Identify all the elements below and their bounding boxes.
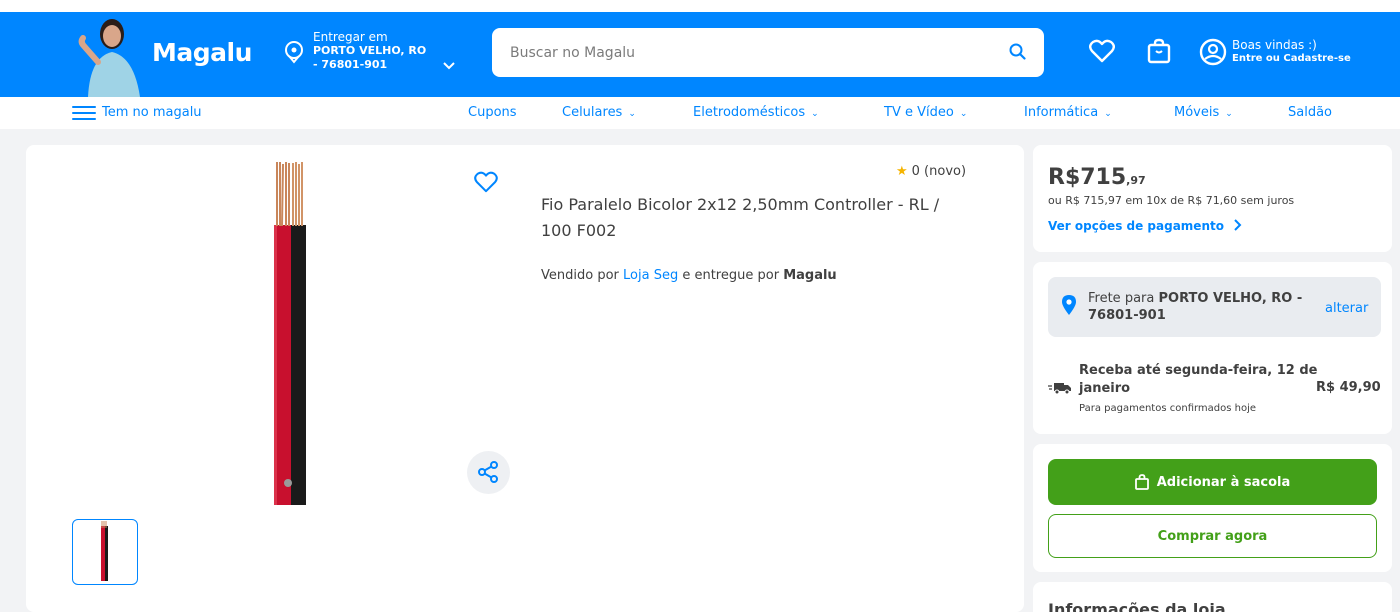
location-pin-icon[interactable] <box>284 40 304 64</box>
delivery-truck-icon <box>1048 383 1071 395</box>
magalu-logo[interactable]: Magalu <box>152 38 252 67</box>
freight-prefix: Frete para <box>1088 291 1155 306</box>
delivery-city: PORTO VELHO, RO <box>313 44 427 57</box>
delivered-by: Magalu <box>783 268 837 283</box>
nav-item-label: Celulares <box>562 105 623 120</box>
add-to-bag-label: Adicionar à sacola <box>1156 474 1291 490</box>
share-icon <box>478 461 498 483</box>
menu-all-categories[interactable]: Tem no magalu <box>102 105 202 120</box>
nav-item-label: Cupons <box>468 105 517 120</box>
delivery-label: Entregar em <box>313 30 388 44</box>
rating-summary[interactable]: ★ 0 (novo) <box>896 164 966 179</box>
payment-confirmed-note: Para pagamentos confirmados hoje <box>1079 403 1257 414</box>
nav-item-label: Eletrodomésticos <box>693 105 806 120</box>
search-input[interactable] <box>510 28 990 77</box>
favorite-heart-icon[interactable] <box>474 171 498 193</box>
nav-item-moveis[interactable]: Móveis ⌄ <box>1174 105 1233 120</box>
nav-item-tv-video[interactable]: TV e Vídeo ⌄ <box>884 105 967 120</box>
store-info-title: Informações da loja <box>1048 600 1226 612</box>
nav-item-informatica[interactable]: Informática ⌄ <box>1024 105 1112 120</box>
heart-icon[interactable] <box>1089 39 1115 63</box>
price-whole: R$715 <box>1048 165 1127 190</box>
chevron-down-icon: ⌄ <box>959 109 968 119</box>
user-account-link[interactable]: Boas vindas :) Entre ou Cadastre-se <box>1232 39 1351 65</box>
nav-item-label: TV e Vídeo <box>884 105 954 120</box>
category-nav: Tem no magalu Cupons Celulares ⌄ Eletrodo… <box>0 97 1400 129</box>
top-header: Magalu Entregar em PORTO VELHO, RO - 768… <box>0 0 1400 97</box>
share-button[interactable] <box>467 451 510 494</box>
thumbnail-image <box>101 521 108 581</box>
delivery-location[interactable]: Entregar em PORTO VELHO, RO - 76801-901 <box>313 30 426 72</box>
payment-options-label: Ver opções de pagamento <box>1048 219 1224 233</box>
search-bar <box>492 28 1044 77</box>
freight-destination: Frete para PORTO VELHO, RO - 76801-901 a… <box>1048 277 1381 337</box>
chevron-down-icon: ⌄ <box>1104 109 1112 119</box>
product-thumbnail[interactable] <box>72 519 138 585</box>
login-signup-link[interactable]: Entre ou Cadastre-se <box>1232 52 1351 65</box>
chevron-down-icon: ⌄ <box>1225 109 1233 119</box>
nav-item-label: Informática <box>1024 105 1099 120</box>
hamburger-menu-icon[interactable] <box>72 106 96 120</box>
add-to-bag-button[interactable]: Adicionar à sacola <box>1048 459 1377 505</box>
seller-link[interactable]: Loja Seg <box>623 268 678 283</box>
nav-item-label: Saldão <box>1288 105 1333 120</box>
nav-item-eletrodomesticos[interactable]: Eletrodomésticos ⌄ <box>693 105 819 120</box>
shipping-box: Frete para PORTO VELHO, RO - 76801-901 a… <box>1033 262 1392 434</box>
seller-info: Vendido por Loja Seg e entregue por Maga… <box>541 268 837 283</box>
rating-text: 0 (novo) <box>911 164 967 179</box>
product-title: Fio Paralelo Bicolor 2x12 2,50mm Control… <box>541 195 940 240</box>
chevron-down-icon[interactable] <box>443 62 455 70</box>
chevron-down-icon: ⌄ <box>811 109 819 119</box>
welcome-greeting: Boas vindas :) <box>1232 38 1317 52</box>
delivery-estimate: Receba até segunda-feira, 12 de janeiro <box>1079 363 1318 396</box>
search-icon[interactable] <box>1009 43 1026 60</box>
nav-item-label: Móveis <box>1174 105 1220 120</box>
payment-options-link[interactable]: Ver opções de pagamento <box>1048 219 1243 233</box>
delivery-cep: - 76801-901 <box>313 58 388 71</box>
store-info-box: Informações da loja <box>1033 582 1392 612</box>
lu-mascot-image <box>78 19 140 97</box>
nav-item-celulares[interactable]: Celulares ⌄ <box>562 105 636 120</box>
star-icon: ★ <box>896 164 908 179</box>
installments-text: ou R$ 715,97 em 10x de R$ 71,60 sem juro… <box>1048 194 1295 207</box>
product-price: R$715,97 <box>1048 165 1146 190</box>
price-cents: ,97 <box>1126 174 1146 187</box>
seller-prefix: Vendido por <box>541 268 619 283</box>
purchase-actions: Adicionar à sacola Comprar agora <box>1033 444 1392 572</box>
nav-item-cupons[interactable]: Cupons <box>468 105 517 120</box>
buy-now-label: Comprar agora <box>1157 528 1268 544</box>
nav-item-saldao[interactable]: Saldão <box>1288 105 1332 120</box>
shopping-bag-icon <box>1134 474 1149 490</box>
buy-now-button[interactable]: Comprar agora <box>1048 514 1377 558</box>
product-card: ★ 0 (novo) Fio Paralelo Bicolor 2x12 2,50… <box>26 145 1024 612</box>
shopping-bag-icon[interactable] <box>1147 38 1171 64</box>
price-box: R$715,97 ou R$ 715,97 em 10x de R$ 71,60… <box>1033 145 1392 252</box>
user-avatar-icon[interactable] <box>1199 38 1227 66</box>
chevron-down-icon: ⌄ <box>628 109 636 119</box>
freight-text: Frete para PORTO VELHO, RO - 76801-901 <box>1088 290 1318 324</box>
change-cep-link[interactable]: alterar <box>1325 301 1368 316</box>
seller-mid: e entregue por <box>682 268 780 283</box>
product-image[interactable] <box>121 160 491 505</box>
chevron-right-icon <box>1234 219 1242 231</box>
shipping-price: R$ 49,90 <box>1316 380 1381 395</box>
location-pin-icon <box>1062 295 1076 315</box>
